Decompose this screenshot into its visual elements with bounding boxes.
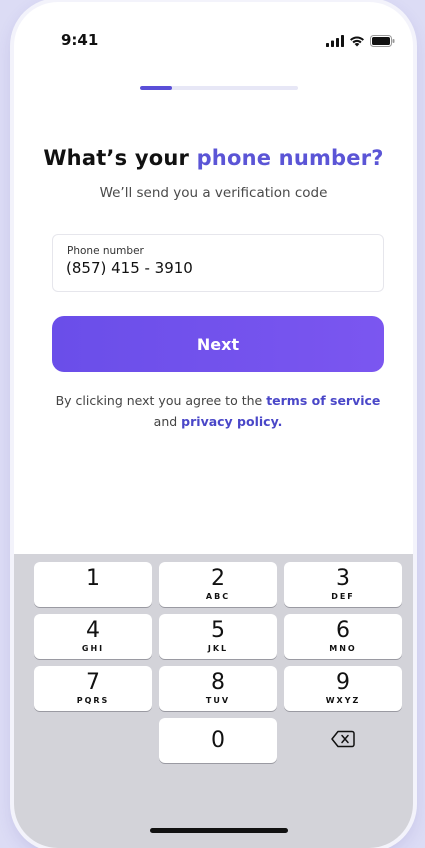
progress-bar (140, 86, 298, 90)
key-2-number: 2 (211, 566, 225, 591)
key-8-letters: TUV (205, 696, 231, 705)
status-icons (326, 32, 395, 51)
key-5-letters: JKL (207, 644, 229, 653)
phone-frame: 9:41 What’s your phone number? We’ll sen… (14, 2, 413, 848)
terms-text-part-2: and (153, 414, 182, 429)
phone-field-label: Phone number (67, 245, 144, 257)
page-title: What’s your phone number? (14, 146, 413, 170)
key-5[interactable]: 5 JKL (159, 614, 277, 659)
privacy-policy-link[interactable]: privacy policy. (181, 414, 282, 429)
phone-number-input[interactable] (66, 259, 356, 277)
key-7[interactable]: 7 PQRS (34, 666, 152, 711)
key-0-number: 0 (211, 727, 225, 753)
key-7-number: 7 (86, 670, 100, 695)
delete-key[interactable] (284, 718, 402, 763)
key-5-number: 5 (211, 618, 225, 643)
key-2-letters: ABC (205, 592, 231, 601)
terms-text-part-1: By clicking next you agree to the (55, 393, 267, 408)
numeric-keypad: 1 2 ABC 3 DEF 4 GHI 5 JKL 6 MNO 7 PQRS 8… (14, 554, 413, 848)
key-3-letters: DEF (331, 592, 355, 601)
key-1-number: 1 (86, 566, 100, 591)
key-8[interactable]: 8 TUV (159, 666, 277, 711)
backspace-icon (331, 730, 355, 752)
key-6[interactable]: 6 MNO (284, 614, 402, 659)
key-9-number: 9 (336, 670, 350, 695)
key-4[interactable]: 4 GHI (34, 614, 152, 659)
terms-of-service-link[interactable]: terms of service (266, 393, 380, 408)
key-6-letters: MNO (329, 644, 357, 653)
key-3[interactable]: 3 DEF (284, 562, 402, 607)
status-bar: 9:41 (14, 2, 413, 62)
wifi-icon (349, 32, 365, 51)
key-blank (34, 718, 152, 763)
key-1[interactable]: 1 (34, 562, 152, 607)
key-9-letters: WXYZ (325, 696, 361, 705)
key-4-letters: GHI (81, 644, 105, 653)
battery-icon (370, 32, 395, 51)
terms-text: By clicking next you agree to the terms … (44, 390, 392, 432)
phone-field[interactable]: Phone number (52, 234, 384, 292)
next-button[interactable]: Next (52, 316, 384, 372)
key-4-number: 4 (86, 618, 100, 643)
title-prefix: What’s your (43, 146, 197, 170)
key-7-letters: PQRS (76, 696, 110, 705)
progress-fill (140, 86, 172, 90)
key-8-number: 8 (211, 670, 225, 695)
home-indicator (150, 828, 288, 833)
key-2[interactable]: 2 ABC (159, 562, 277, 607)
key-0[interactable]: 0 (159, 718, 277, 763)
key-6-number: 6 (336, 618, 350, 643)
key-9[interactable]: 9 WXYZ (284, 666, 402, 711)
title-accent: phone number? (196, 146, 384, 170)
key-3-number: 3 (336, 566, 350, 591)
signal-icon (326, 32, 344, 51)
status-time: 9:41 (61, 31, 99, 49)
page-subtitle: We’ll send you a verification code (99, 185, 328, 201)
